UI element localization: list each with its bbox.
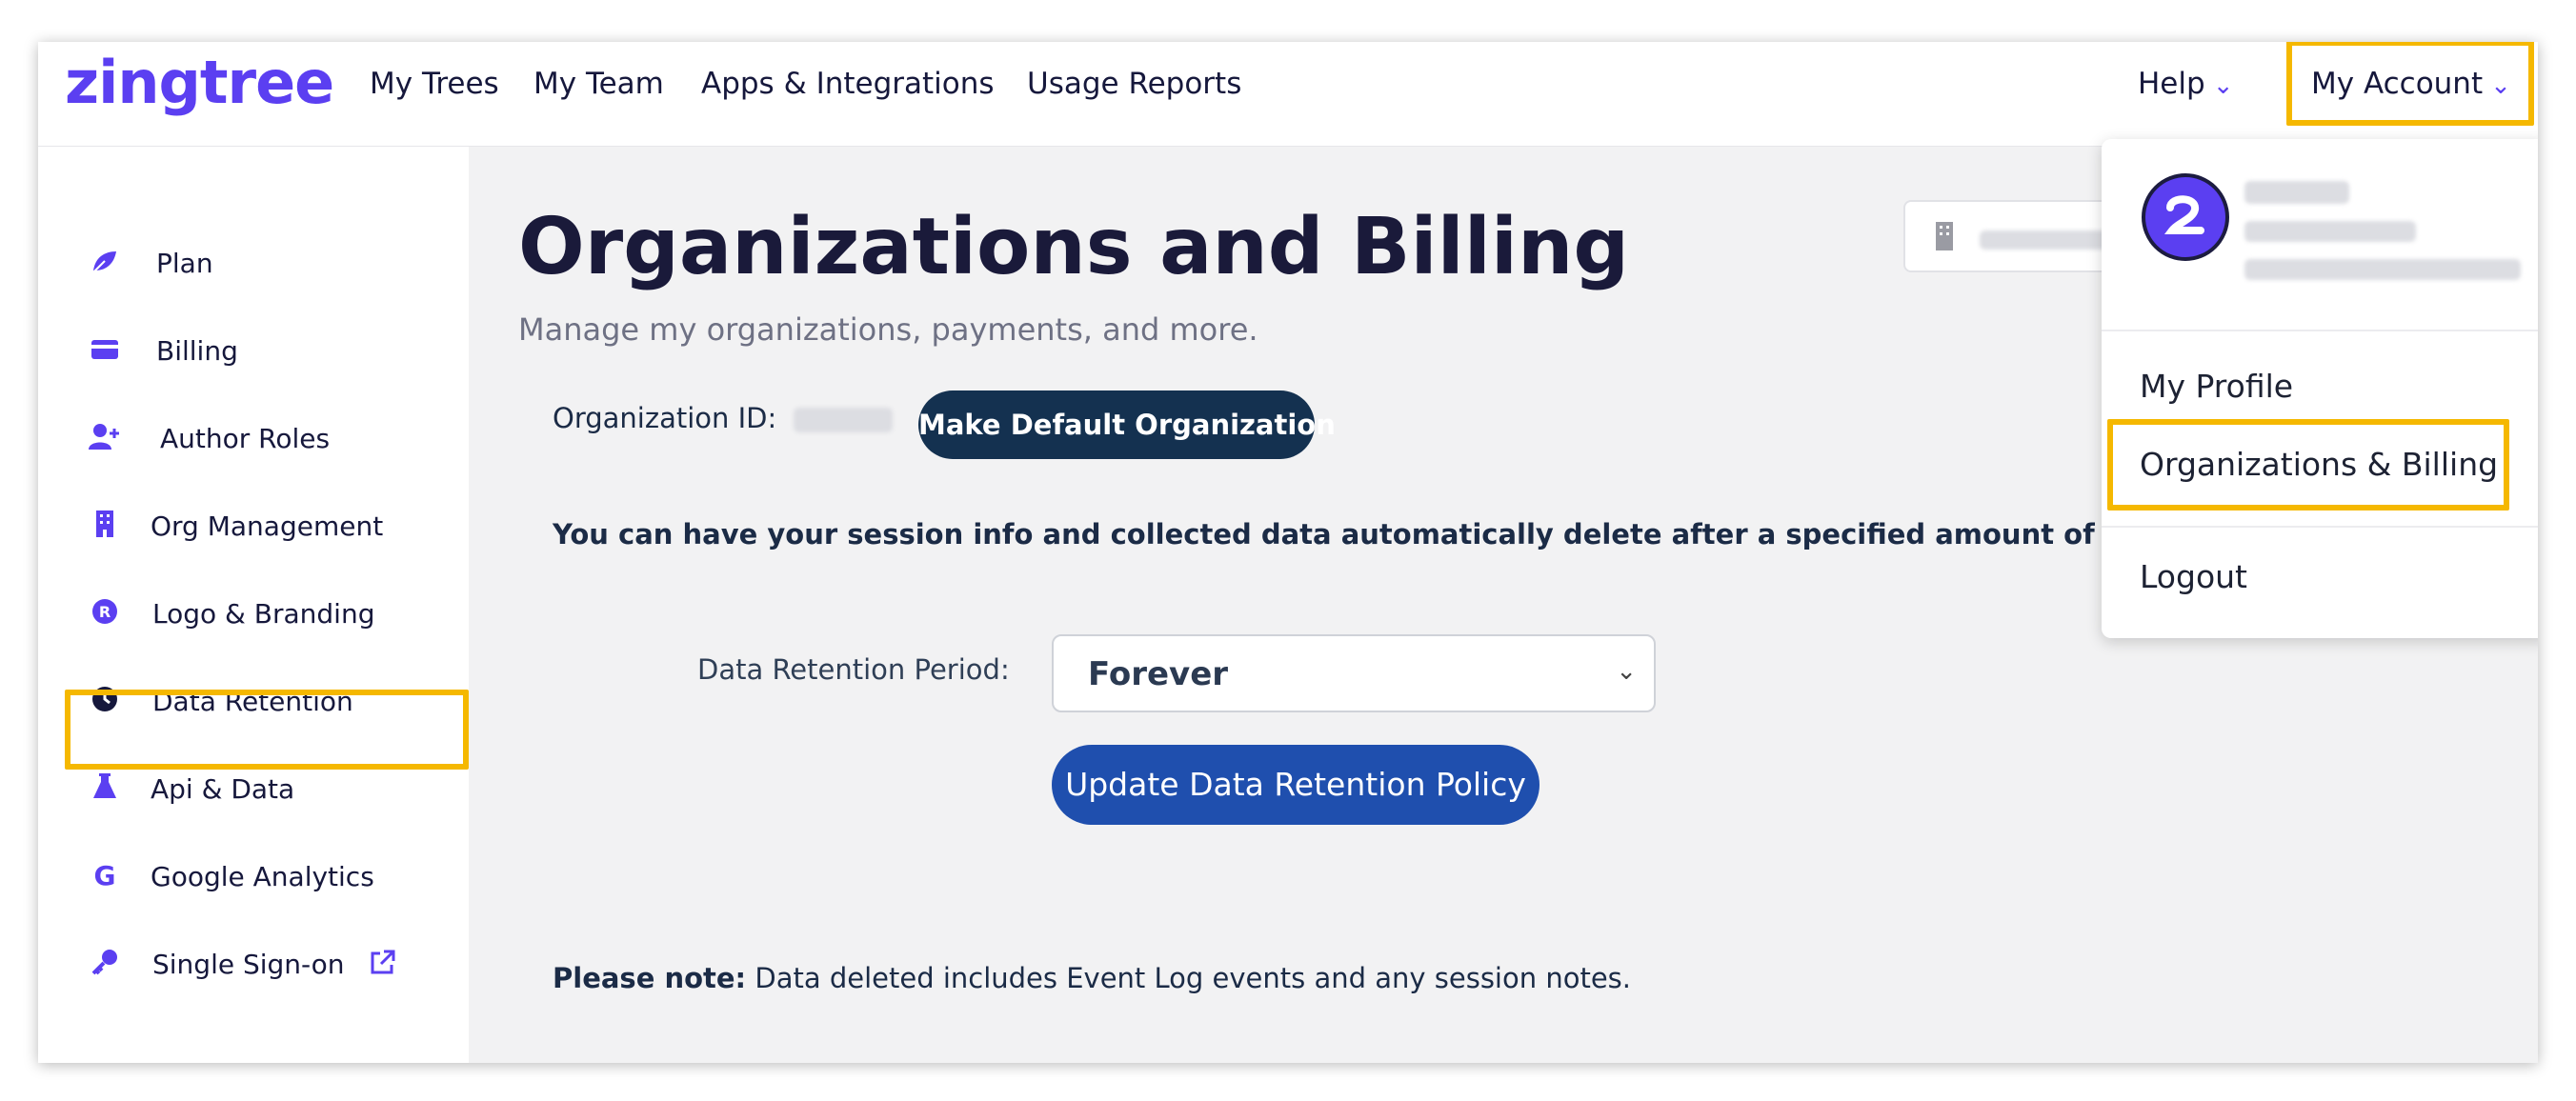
- top-navbar: zingtree My Trees My Team Apps & Integra…: [38, 42, 2538, 147]
- nav-usage-reports[interactable]: Usage Reports: [1027, 67, 1241, 101]
- retention-note: Please note: Data deleted includes Event…: [553, 962, 1631, 994]
- app-window: zingtree My Trees My Team Apps & Integra…: [38, 42, 2538, 1063]
- my-account-menu[interactable]: My Account ⌄: [2311, 67, 2511, 101]
- sidebar-item-label: Single Sign-on: [152, 949, 345, 980]
- building-icon: [88, 509, 122, 543]
- nav-my-trees[interactable]: My Trees: [370, 67, 499, 101]
- sidebar-item-author-roles[interactable]: Author Roles: [38, 410, 469, 467]
- clock-icon: [88, 684, 122, 718]
- dropdown-divider: [2102, 526, 2538, 528]
- sidebar-item-label: Logo & Branding: [152, 598, 375, 630]
- key-icon: [88, 947, 122, 981]
- page-title: Organizations and Billing: [518, 202, 1630, 292]
- sidebar-item-logo-branding[interactable]: R Logo & Branding: [38, 585, 469, 642]
- sidebar-item-data-retention[interactable]: Data Retention: [38, 672, 469, 730]
- chevron-down-icon: ⌄: [2212, 71, 2234, 100]
- external-link-icon: [368, 949, 396, 981]
- blurred-user-name: [2244, 181, 2349, 204]
- leaf-icon: [88, 246, 122, 280]
- page-subtitle: Manage my organizations, payments, and m…: [518, 311, 1258, 348]
- organization-id-row: Organization ID:: [553, 402, 893, 434]
- sidebar-item-plan[interactable]: Plan: [38, 234, 469, 291]
- menu-item-logout[interactable]: Logout: [2140, 558, 2247, 595]
- sidebar-item-label: Google Analytics: [151, 861, 374, 892]
- sidebar-item-google-analytics[interactable]: G Google Analytics: [38, 848, 469, 905]
- nav-apps-integrations[interactable]: Apps & Integrations: [701, 67, 995, 101]
- retention-period-label: Data Retention Period:: [697, 653, 1010, 686]
- zingtree-logo[interactable]: zingtree: [65, 48, 334, 117]
- avatar: [2142, 173, 2229, 261]
- menu-item-my-profile[interactable]: My Profile: [2140, 368, 2293, 405]
- sidebar-item-label: Author Roles: [160, 423, 331, 454]
- credit-card-icon: [88, 333, 122, 368]
- settings-sidebar: Plan Billing Author Roles Org Management…: [38, 147, 469, 1063]
- note-text: Data deleted includes Event Log events a…: [746, 962, 1631, 994]
- sidebar-item-label: Billing: [156, 335, 238, 367]
- blurred-organization-id: [793, 408, 893, 432]
- organization-id-label: Organization ID:: [553, 402, 777, 434]
- building-icon: [1932, 221, 1957, 255]
- google-icon: G: [93, 860, 116, 891]
- menu-item-organizations-billing[interactable]: Organizations & Billing: [2140, 446, 2498, 483]
- note-label: Please note:: [553, 962, 747, 994]
- registered-icon: R: [88, 596, 122, 631]
- sidebar-item-api-data[interactable]: Api & Data: [38, 760, 469, 817]
- dropdown-divider: [2102, 330, 2538, 331]
- chevron-down-icon: ⌄: [2490, 71, 2511, 100]
- blurred-user-email: [2244, 259, 2521, 280]
- account-dropdown: My Profile Organizations & Billing Logou…: [2102, 139, 2538, 638]
- help-label: Help: [2138, 67, 2205, 101]
- sidebar-item-billing[interactable]: Billing: [38, 322, 469, 379]
- blurred-user-company: [2244, 221, 2416, 242]
- retention-description: You can have your session info and colle…: [553, 518, 2186, 550]
- my-account-label: My Account: [2311, 67, 2484, 101]
- chevron-down-icon: ⌄: [1616, 657, 1637, 686]
- sidebar-item-single-sign-on[interactable]: Single Sign-on: [38, 935, 469, 992]
- nav-my-team[interactable]: My Team: [533, 67, 664, 101]
- svg-text:R: R: [99, 603, 111, 621]
- sidebar-item-label: Plan: [156, 248, 213, 279]
- add-user-icon: [88, 421, 122, 455]
- sidebar-item-label: Api & Data: [151, 773, 295, 805]
- retention-period-value: Forever: [1088, 655, 1229, 693]
- help-menu[interactable]: Help ⌄: [2138, 67, 2233, 101]
- retention-period-select[interactable]: Forever ⌄: [1052, 634, 1656, 712]
- sidebar-item-label: Org Management: [151, 510, 384, 542]
- sidebar-item-label: Data Retention: [152, 686, 353, 717]
- flask-icon: [88, 771, 122, 806]
- sidebar-item-org-management[interactable]: Org Management: [38, 497, 469, 554]
- make-default-organization-button[interactable]: Make Default Organization: [918, 390, 1336, 459]
- update-retention-policy-button[interactable]: Update Data Retention Policy: [1052, 745, 1540, 825]
